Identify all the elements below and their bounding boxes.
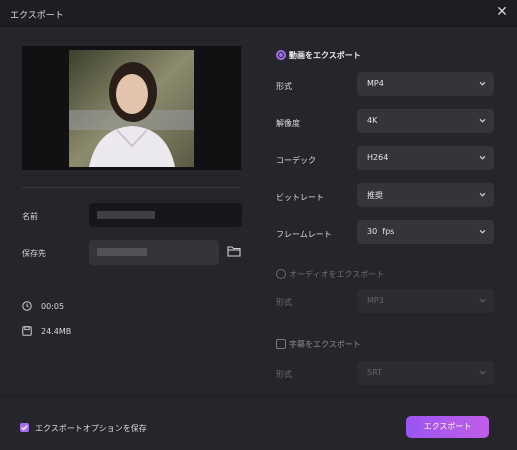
- bitrate-value: 推奨: [367, 191, 383, 200]
- resolution-label: 解像度: [276, 119, 300, 128]
- audio-format-label: 形式: [276, 298, 292, 307]
- format-select[interactable]: MP4: [357, 72, 494, 96]
- audio-export-radio[interactable]: [276, 269, 286, 279]
- codec-label: コーデック: [276, 156, 316, 165]
- footer-divider: [0, 396, 517, 397]
- bitrate-select[interactable]: 推奨: [357, 183, 494, 207]
- left-divider: [22, 187, 241, 188]
- checkmark-icon: [21, 425, 28, 431]
- framerate-select[interactable]: 30 fps: [357, 220, 494, 244]
- save-path-field[interactable]: [89, 240, 219, 265]
- video-export-radio[interactable]: [276, 50, 286, 60]
- export-button[interactable]: エクスポート: [406, 416, 489, 438]
- file-size-icon: [22, 326, 32, 336]
- chevron-down-icon: [479, 118, 486, 123]
- audio-format-value: MP3: [367, 296, 384, 305]
- format-value: MP4: [367, 79, 384, 88]
- format-label: 形式: [276, 82, 292, 91]
- chevron-down-icon: [479, 192, 486, 197]
- title-bar: エクスポート ✕: [0, 0, 517, 27]
- save-options-label: エクスポートオプションを保存: [35, 424, 147, 433]
- close-icon[interactable]: ✕: [495, 5, 509, 19]
- subtitle-format-value: SRT: [367, 368, 382, 377]
- name-input[interactable]: [89, 203, 242, 227]
- save-location-label: 保存先: [22, 249, 46, 258]
- chevron-down-icon: [479, 370, 486, 375]
- framerate-label: フレームレート: [276, 230, 332, 239]
- resolution-value: 4K: [367, 116, 378, 125]
- save-options-checkbox[interactable]: [20, 423, 29, 432]
- resolution-select[interactable]: 4K: [357, 109, 494, 133]
- subtitle-export-checkbox[interactable]: [276, 339, 286, 349]
- clock-icon: [22, 301, 32, 311]
- chevron-down-icon: [479, 155, 486, 160]
- audio-format-select[interactable]: MP3: [357, 289, 494, 313]
- codec-value: H264: [367, 153, 389, 162]
- subtitle-format-label: 形式: [276, 370, 292, 379]
- bitrate-label: ビットレート: [276, 193, 324, 202]
- chevron-down-icon: [479, 298, 486, 303]
- duration-value: 00:05: [41, 302, 65, 311]
- file-size-value: 24.4MB: [41, 327, 72, 336]
- chevron-down-icon: [479, 81, 486, 86]
- subtitle-export-title: 字幕をエクスポート: [289, 340, 361, 349]
- audio-export-title: オーディオをエクスポート: [289, 270, 385, 279]
- codec-select[interactable]: H264: [357, 146, 494, 170]
- preview-thumbnail: [69, 50, 194, 167]
- video-preview: [22, 46, 241, 170]
- video-export-title: 動画をエクスポート: [289, 51, 361, 60]
- chevron-down-icon: [479, 229, 486, 234]
- subtitle-format-select[interactable]: SRT: [357, 361, 494, 385]
- name-label: 名前: [22, 212, 38, 221]
- window-title: エクスポート: [10, 11, 64, 21]
- framerate-value: 30 fps: [367, 227, 395, 236]
- folder-icon[interactable]: [227, 245, 241, 257]
